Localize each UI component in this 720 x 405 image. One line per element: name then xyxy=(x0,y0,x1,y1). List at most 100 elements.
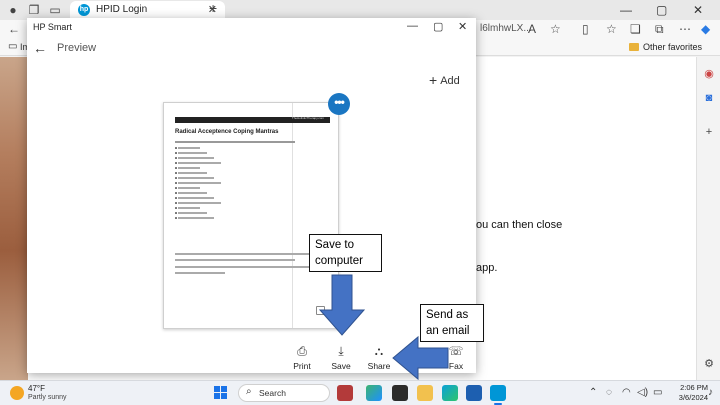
print-label: Print xyxy=(293,361,311,371)
favorite-star-icon[interactable]: ☆ xyxy=(550,22,561,36)
printer-icon: ⎙ xyxy=(297,344,307,358)
time: 2:06 PM xyxy=(680,383,708,392)
document-bullet xyxy=(175,152,207,154)
page-title: Preview xyxy=(57,42,97,54)
search-placeholder: Search xyxy=(259,388,286,398)
document-bullet xyxy=(175,172,207,174)
document-bullet xyxy=(175,202,221,204)
outlook-icon[interactable]: ◙ xyxy=(702,91,716,105)
split-screen-icon[interactable]: ▯ xyxy=(582,22,589,36)
document-bullet xyxy=(175,187,200,189)
more-options-button[interactable]: ••• xyxy=(328,93,350,115)
document-bullet xyxy=(175,197,214,199)
add-label: Add xyxy=(440,75,460,87)
document-bullet xyxy=(175,157,214,159)
document-text-line xyxy=(175,259,295,261)
save-callout-line: computer xyxy=(315,255,363,267)
workspaces-icon[interactable]: ❐ xyxy=(27,3,41,17)
document-bullet xyxy=(175,207,200,209)
document-bullet xyxy=(175,192,207,194)
extensions-icon[interactable]: ⧉ xyxy=(655,22,664,37)
document-bullet xyxy=(175,217,214,219)
copilot-icon[interactable]: ◆ xyxy=(701,22,710,36)
date: 3/6/2024 xyxy=(678,393,708,402)
save-button[interactable]: ⤓ Save xyxy=(321,344,361,372)
partly-sunny-icon xyxy=(10,386,24,400)
document-intro-line xyxy=(175,141,295,143)
maximize-window-icon[interactable]: ▢ xyxy=(433,20,443,33)
download-icon: ⤓ xyxy=(338,344,344,358)
page-text-line: ou can then close xyxy=(476,219,563,231)
weather-condition: Partly sunny xyxy=(28,394,67,401)
save-arrow xyxy=(318,274,366,336)
hp-smart-taskbar-icon[interactable] xyxy=(490,385,506,405)
edge-browser-icon[interactable] xyxy=(442,385,458,401)
document-text-line xyxy=(175,266,325,268)
document-text-line xyxy=(175,253,325,255)
print-button[interactable]: ⎙ Print xyxy=(282,344,322,372)
other-favorites-folder-icon xyxy=(629,43,639,51)
document-bullet xyxy=(175,162,221,164)
minimize-window-icon[interactable]: — xyxy=(407,20,418,32)
tab-title: HPID Login xyxy=(96,4,148,15)
folder-icon[interactable]: ▭ xyxy=(8,41,17,52)
maximize-browser-icon[interactable]: ▢ xyxy=(656,3,667,17)
settings-gear-icon[interactable]: ⚙ xyxy=(702,357,716,371)
app-title: HP Smart xyxy=(33,22,72,32)
windows-taskbar: 47°F Partly sunny ⌕ Search ⌃ ◌ ◠ ◁) ▭ 2:… xyxy=(0,380,720,405)
more-menu-icon[interactable]: ⋯ xyxy=(679,22,691,36)
other-favorites-link[interactable]: Other favorites xyxy=(643,42,702,52)
store-icon[interactable] xyxy=(466,385,482,401)
browser-tab-bar: ● ❐ ▭ hp HPID Login ✕ + — ▢ ✕ xyxy=(0,0,720,20)
back-arrow-icon[interactable]: ← xyxy=(33,40,47,56)
notification-bell-icon[interactable]: ♪ xyxy=(708,387,713,398)
document-bullet xyxy=(175,167,200,169)
url-text[interactable]: l6lmhwLX... xyxy=(480,23,532,34)
plus-icon: + xyxy=(429,72,438,88)
background-photo xyxy=(0,57,28,380)
document-bullet-list xyxy=(175,147,221,222)
read-aloud-icon[interactable]: A xyxy=(528,22,536,36)
document-header-bar: TheHolisticTherapy.com xyxy=(175,116,330,123)
taskbar-search-box[interactable]: ⌕ Search xyxy=(238,384,330,402)
file-explorer-icon[interactable] xyxy=(417,385,433,401)
document-bullet xyxy=(175,212,207,214)
document-bullet xyxy=(175,147,200,149)
save-callout: Save to computer xyxy=(309,234,382,272)
hp-logo-icon: hp xyxy=(78,4,90,16)
email-callout-line: Send as xyxy=(426,309,469,321)
document-title: Radical Acceptence Coping Mantras xyxy=(175,129,279,135)
page-fold-line xyxy=(292,103,293,328)
add-sidebar-icon[interactable]: + xyxy=(702,125,716,139)
close-browser-icon[interactable]: ✕ xyxy=(693,3,703,17)
new-tab-icon[interactable]: + xyxy=(209,0,217,16)
battery-icon[interactable]: ▭ xyxy=(653,387,662,398)
search-icon: ⌕ xyxy=(246,386,252,397)
network-icon[interactable]: ◌ xyxy=(606,387,612,398)
hp-smart-window: HP Smart — ▢ ✕ ← Preview + Add TheHolisti… xyxy=(27,18,476,373)
document-preview[interactable]: TheHolisticTherapy.com Radical Acceptenc… xyxy=(163,102,339,329)
copilot-taskbar-icon[interactable] xyxy=(366,385,382,401)
clock[interactable]: 2:06 PM 3/6/2024 xyxy=(668,383,708,403)
back-icon[interactable]: ← xyxy=(8,22,20,36)
tab-actions-icon[interactable]: ▭ xyxy=(48,3,62,17)
save-label: Save xyxy=(331,361,351,371)
close-window-icon[interactable]: ✕ xyxy=(458,20,467,33)
profile-icon[interactable]: ● xyxy=(6,3,20,17)
favorites-icon[interactable]: ❏ xyxy=(630,22,641,36)
start-button[interactable] xyxy=(214,386,227,399)
edge-sidebar: ◉ ◙ + ⚙ xyxy=(696,57,720,380)
tray-chevron-icon[interactable]: ⌃ xyxy=(589,387,597,398)
document-header-text: TheHolisticTherapy.com xyxy=(291,116,324,120)
add-button[interactable]: + Add xyxy=(429,72,460,88)
temperature: 47°F xyxy=(28,384,45,393)
wifi-icon[interactable]: ◠ xyxy=(622,387,631,398)
minimize-browser-icon[interactable]: — xyxy=(620,3,632,17)
email-arrow xyxy=(392,335,449,381)
document-text-line xyxy=(175,272,225,274)
collections-icon[interactable]: ☆ xyxy=(606,22,617,36)
game-app-icon[interactable] xyxy=(337,385,353,401)
search-sidebar-icon[interactable]: ◉ xyxy=(702,67,716,81)
task-view-icon[interactable] xyxy=(392,385,408,401)
volume-icon[interactable]: ◁) xyxy=(637,387,648,398)
